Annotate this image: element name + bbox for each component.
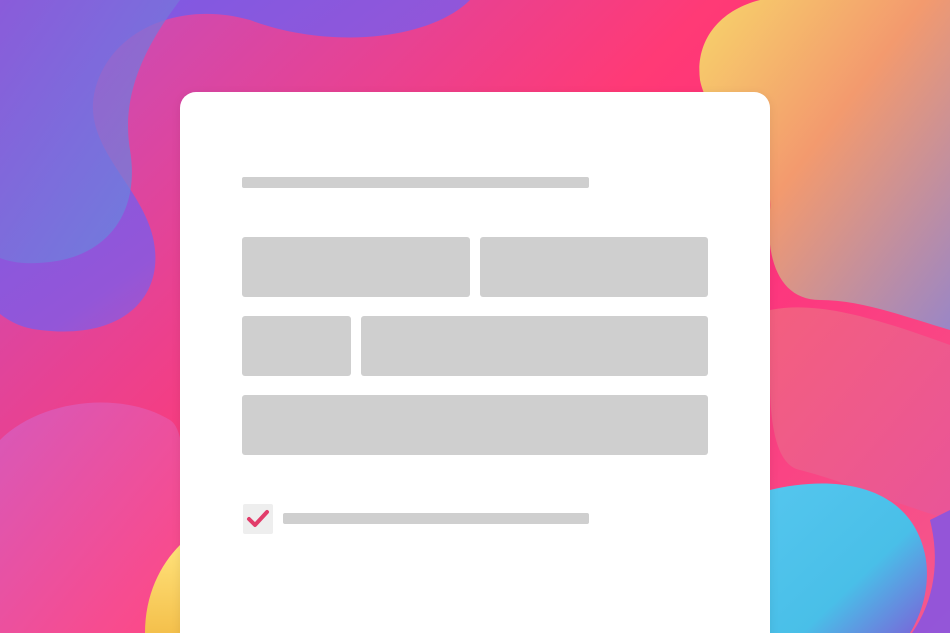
input-field-last-name[interactable]	[480, 237, 708, 297]
input-field-short[interactable]	[242, 316, 351, 376]
input-field-first-name[interactable]	[242, 237, 470, 297]
top-left-inner-blob	[0, 0, 180, 264]
checkbox-label-placeholder	[283, 513, 589, 524]
background-scene	[0, 0, 950, 633]
checkmark-icon	[247, 510, 269, 527]
input-field-long[interactable]	[361, 316, 708, 376]
input-field-full-width[interactable]	[242, 395, 708, 455]
bottom-right-cyan-blob	[770, 483, 927, 633]
form-card	[180, 92, 770, 633]
agreement-checkbox[interactable]	[243, 504, 273, 534]
form-title-placeholder	[242, 177, 589, 188]
